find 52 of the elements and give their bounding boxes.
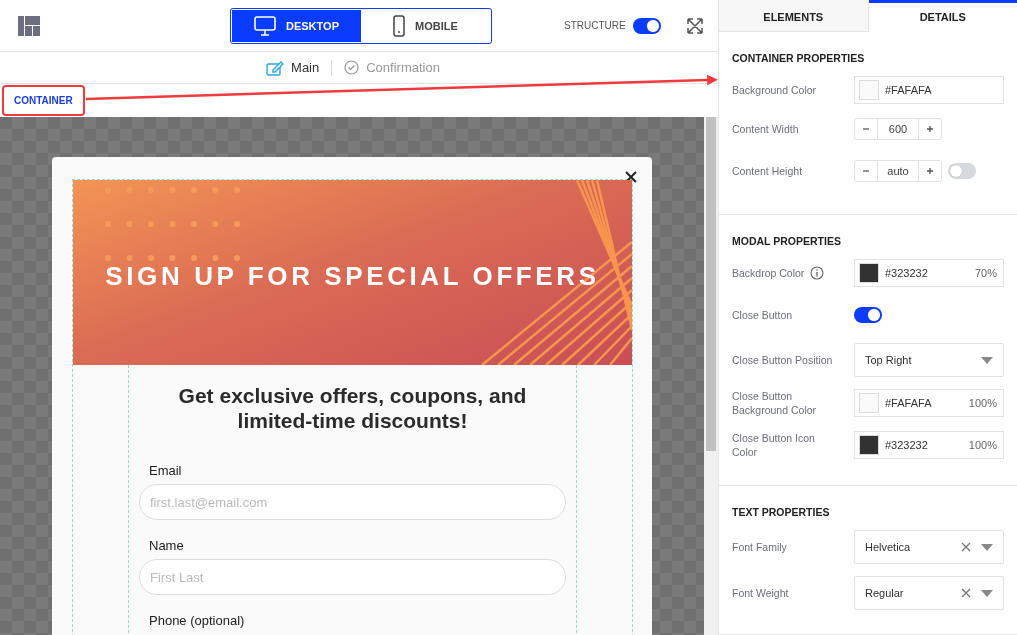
- number-stepper: 600: [854, 118, 942, 140]
- dropdown[interactable]: Helvetica: [854, 530, 1004, 564]
- check-circle-icon: [344, 60, 360, 75]
- input-field[interactable]: First Last: [139, 559, 566, 595]
- edit-icon: [266, 59, 285, 76]
- monitor-icon: [254, 15, 276, 36]
- property-label: Close Button Background Color: [732, 389, 818, 417]
- container-label[interactable]: CONTAINER: [2, 85, 85, 116]
- color-field[interactable]: #323232 70%: [854, 259, 1004, 287]
- dropdown[interactable]: Regular: [854, 576, 1004, 610]
- panel-tab[interactable]: ELEMENTS: [719, 0, 869, 32]
- close-icon[interactable]: [625, 171, 637, 183]
- toggle-switch[interactable]: [854, 307, 882, 323]
- clear-icon[interactable]: [961, 588, 971, 598]
- scrollbar-thumb[interactable]: [706, 117, 716, 451]
- section-title: TEXT PROPERTIES: [732, 506, 831, 518]
- dropdown[interactable]: Top Right: [854, 343, 1004, 377]
- structure-label: STRUCTURE: [564, 20, 626, 31]
- property-label: Font Family: [732, 540, 787, 554]
- color-field[interactable]: #FAFAFA: [854, 76, 1004, 104]
- banner-title: SIGN UP FOR SPECIAL OFFERS: [105, 261, 600, 292]
- property-label: Background Color: [732, 83, 817, 97]
- property-label: Font Weight: [732, 586, 789, 600]
- field-label: Phone (optional): [149, 613, 246, 628]
- view-mode-tab[interactable]: DESKTOP: [232, 9, 361, 42]
- property-label: Content Width: [732, 122, 799, 136]
- property-label: Close Button Position: [732, 353, 833, 367]
- section-title: MODAL PROPERTIES: [732, 235, 842, 247]
- caret-icon: [981, 543, 993, 551]
- color-field[interactable]: #323232 100%: [854, 431, 1004, 459]
- info-icon[interactable]: [810, 266, 825, 280]
- toggle-switch[interactable]: [948, 163, 976, 179]
- property-label: Close Button Icon Color: [732, 431, 816, 459]
- color-field[interactable]: #FAFAFA 100%: [854, 389, 1004, 417]
- caret-icon: [981, 589, 993, 597]
- field-label: Email: [149, 463, 183, 478]
- clear-icon[interactable]: [961, 542, 971, 552]
- property-label: Content Height: [732, 164, 803, 178]
- expand-icon[interactable]: [686, 17, 703, 34]
- phone-icon: [393, 14, 406, 37]
- section-title: CONTAINER PROPERTIES: [732, 52, 866, 64]
- input-field[interactable]: first.last@email.com: [139, 484, 566, 520]
- caret-icon: [981, 356, 993, 364]
- structure-toggle[interactable]: [632, 17, 661, 34]
- page-tab[interactable]: Main: [266, 59, 320, 76]
- field-label: Name: [149, 538, 185, 553]
- property-label: Backdrop Color: [732, 266, 805, 280]
- number-stepper: auto: [854, 160, 942, 182]
- modal-heading: Get exclusive offers, coupons, and limited-time discounts!: [177, 383, 528, 433]
- scrollbar[interactable]: [704, 117, 718, 635]
- property-label: Close Button: [732, 308, 793, 322]
- layout-icon[interactable]: [18, 15, 40, 36]
